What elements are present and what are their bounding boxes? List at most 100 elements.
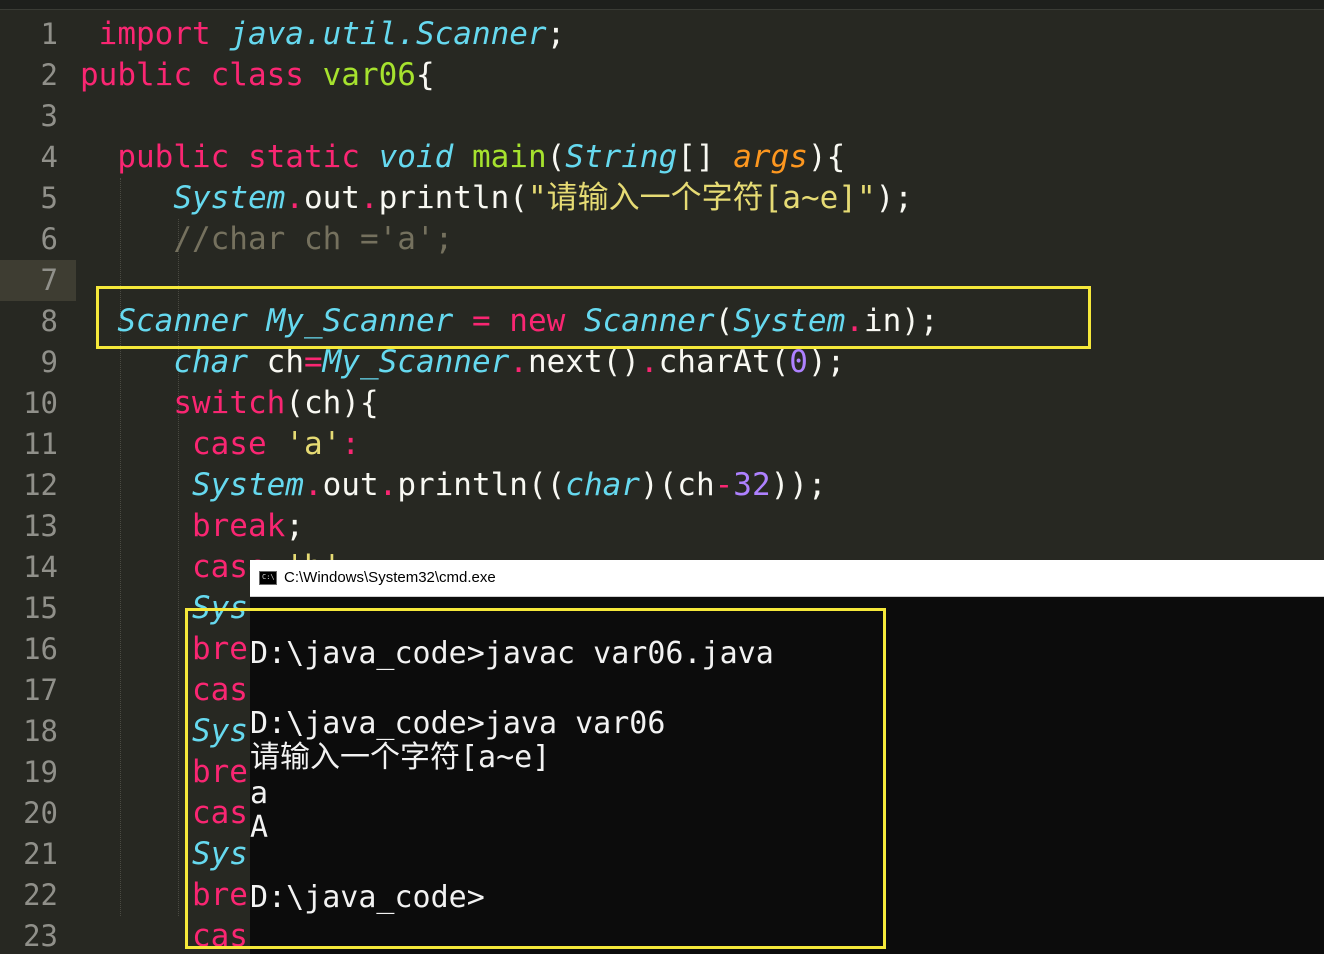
terminal-icon-label: C:\ [262,573,275,581]
line-number: 7 [40,263,58,297]
code-token: . [509,344,528,380]
code-line[interactable]: case 'a': [80,424,360,465]
code-token: { [415,57,435,93]
code-token: ; [285,508,304,544]
code-line[interactable]: char ch=My_Scanner.next().charAt(0); [80,342,845,383]
code-line[interactable]: Sys [80,834,248,875]
code-line[interactable]: Sys [80,588,248,629]
code-token: out [303,180,360,216]
console-line: A [250,810,269,845]
code-token: [] [677,139,734,175]
code-token: 0 [789,344,808,380]
code-token: println(( [397,467,566,503]
line-number: 12 [23,468,58,502]
code-line[interactable]: public class var06{ [80,55,435,96]
code-token: Sys [191,590,248,626]
code-line[interactable]: Sys [80,711,248,752]
line-number: 4 [40,140,58,174]
code-line[interactable]: break; [80,506,304,547]
code-token: char [173,344,267,380]
line-number: 1 [40,17,58,51]
code-token: charAt( [658,344,790,380]
code-token: (ch){ [285,385,379,421]
code-token: - [714,467,734,503]
code-line[interactable]: Scanner My_Scanner = new Scanner(System.… [80,301,939,342]
code-token: ){ [807,139,846,175]
line-number: 16 [23,632,58,666]
line-number: 19 [23,755,58,789]
code-token: Scanner [583,303,715,339]
cmd-titlebar[interactable]: C:\ C:\Windows\System32\cmd.exe [250,560,1324,597]
code-token: cas [191,918,248,954]
line-number: 21 [23,837,58,871]
code-token: break [191,508,286,544]
console-line: D:\java_code>javac var06.java [250,636,774,671]
code-token: : [341,426,360,462]
code-token: ; [546,16,566,52]
code-token: args [733,139,808,175]
editor-tab-bar [0,0,1324,10]
code-line[interactable]: import java.util.Scanner; [80,14,566,55]
code-token: Scanner My_Scanner [117,303,454,339]
code-line[interactable]: cas [80,916,248,954]
code-token: main [471,139,547,175]
code-line[interactable]: cas [80,793,248,834]
line-number: 3 [40,99,58,133]
code-line[interactable]: switch(ch){ [80,383,379,424]
code-line[interactable]: public static void main(String[] args){ [80,137,845,178]
code-line[interactable]: System.out.println((char)(ch-32)); [80,465,827,506]
code-token: out [322,467,379,503]
line-number: 9 [40,345,58,379]
console-line: 请输入一个字符[a~e] [250,740,551,775]
code-token: System [733,303,846,339]
code-token: in); [863,303,939,339]
code-line[interactable]: bre [80,875,248,916]
code-token: Sys [191,836,248,872]
code-token: public class [80,57,323,93]
code-token: ch [266,344,304,380]
line-number: 13 [23,509,58,543]
code-token: ( [714,303,734,339]
code-line[interactable]: //char ch ='a'; [80,219,453,260]
code-token: new [509,303,584,339]
code-token: )); [770,467,827,503]
code-token: 'a' [285,426,342,462]
line-number: 15 [23,591,58,625]
code-token: next() [527,344,640,380]
code-token: . [845,303,864,339]
code-token: = [303,344,323,380]
code-token: bre [191,754,248,790]
line-number: 18 [23,714,58,748]
line-number: 11 [23,427,58,461]
code-line[interactable]: bre [80,752,248,793]
cmd-window[interactable]: C:\ C:\Windows\System32\cmd.exe D:\java_… [250,560,1324,954]
code-token: . [285,180,304,216]
code-token: )(ch [639,467,715,503]
line-number: 17 [23,673,58,707]
code-token: Sys [191,713,248,749]
code-token: System [191,467,304,503]
code-token: java.util.Scanner [229,16,547,52]
code-line[interactable]: bre [80,629,248,670]
line-number: 8 [40,304,58,338]
code-token: String [565,139,678,175]
code-line[interactable]: cas [80,670,248,711]
code-token: . [378,467,398,503]
code-token: System [173,180,286,216]
console-line: a [250,776,269,811]
code-token: import [80,16,230,52]
console-line: D:\java_code>java var06 [250,706,666,741]
code-line[interactable]: System.out.println("请输入一个字符[a~e]"); [80,178,913,219]
code-token: bre [191,877,248,913]
line-number: 6 [40,222,58,256]
